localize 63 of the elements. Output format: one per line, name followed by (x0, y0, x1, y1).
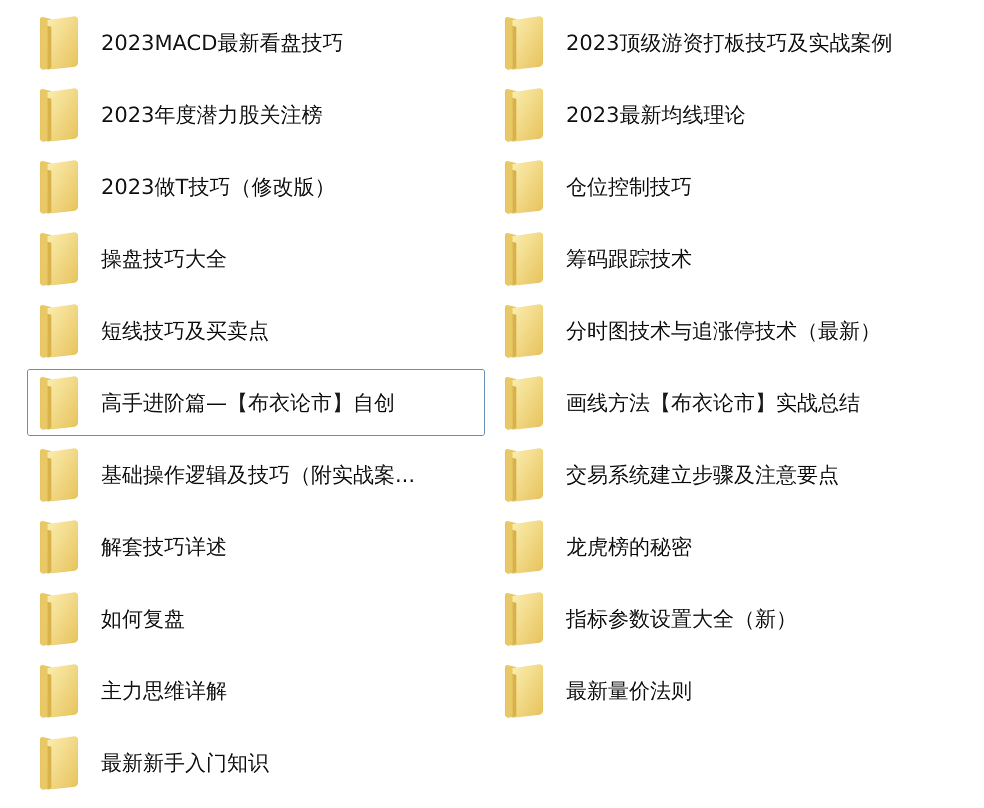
folder-item[interactable]: 最新新手入门知识 (27, 729, 485, 796)
folder-icon (503, 662, 545, 720)
folder-icon (503, 86, 545, 144)
folder-item[interactable]: 指标参数设置大全（新） (492, 585, 950, 652)
folder-icon (503, 14, 545, 72)
folder-icon (38, 14, 80, 72)
folder-item[interactable]: 2023年度潜力股关注榜 (27, 81, 485, 148)
folder-icon (503, 302, 545, 360)
folder-item[interactable]: 基础操作逻辑及技巧（附实战案... (27, 441, 485, 508)
folder-name: 操盘技巧大全 (101, 246, 227, 272)
folder-icon (38, 158, 80, 216)
folder-item[interactable]: 龙虎榜的秘密 (492, 513, 950, 580)
folder-item[interactable]: 高手进阶篇—【布衣论市】自创 (27, 369, 485, 436)
folder-item[interactable]: 仓位控制技巧 (492, 153, 950, 220)
folder-name: 画线方法【布衣论市】实战总结 (566, 390, 860, 416)
folder-icon (38, 302, 80, 360)
folder-item[interactable]: 画线方法【布衣论市】实战总结 (492, 369, 950, 436)
folder-item[interactable]: 短线技巧及买卖点 (27, 297, 485, 364)
folder-icon (38, 590, 80, 648)
folder-icon (503, 446, 545, 504)
folder-name: 2023顶级游资打板技巧及实战案例 (566, 30, 892, 56)
folder-name: 最新新手入门知识 (101, 750, 269, 776)
folder-icon (38, 86, 80, 144)
folder-icon (38, 662, 80, 720)
folder-item[interactable]: 2023最新均线理论 (492, 81, 950, 148)
folder-icon (503, 590, 545, 648)
folder-name: 主力思维详解 (101, 678, 227, 704)
folder-name: 筹码跟踪技术 (566, 246, 692, 272)
folder-name: 2023做T技巧（修改版） (101, 174, 336, 200)
folder-name: 如何复盘 (101, 606, 185, 632)
folder-name: 2023年度潜力股关注榜 (101, 102, 322, 128)
folder-item[interactable]: 操盘技巧大全 (27, 225, 485, 292)
folder-name: 短线技巧及买卖点 (101, 318, 269, 344)
folder-item[interactable]: 最新量价法则 (492, 657, 950, 724)
folder-item[interactable]: 2023顶级游资打板技巧及实战案例 (492, 9, 950, 76)
folder-icon (38, 230, 80, 288)
folder-name: 最新量价法则 (566, 678, 692, 704)
folder-icon (38, 446, 80, 504)
folder-name: 交易系统建立步骤及注意要点 (566, 462, 839, 488)
folder-item[interactable]: 解套技巧详述 (27, 513, 485, 580)
folder-name: 高手进阶篇—【布衣论市】自创 (101, 390, 395, 416)
folder-icon (38, 734, 80, 792)
folder-icon (503, 518, 545, 576)
folder-icon (503, 230, 545, 288)
folder-icon (503, 374, 545, 432)
folder-item[interactable]: 交易系统建立步骤及注意要点 (492, 441, 950, 508)
folder-item[interactable]: 2023MACD最新看盘技巧 (27, 9, 485, 76)
folder-name: 2023MACD最新看盘技巧 (101, 30, 344, 56)
folder-icon (38, 518, 80, 576)
folder-item[interactable]: 2023做T技巧（修改版） (27, 153, 485, 220)
folder-icon (503, 158, 545, 216)
folder-name: 指标参数设置大全（新） (566, 606, 797, 632)
folder-name: 分时图技术与追涨停技术（最新） (566, 318, 881, 344)
folder-item[interactable]: 分时图技术与追涨停技术（最新） (492, 297, 950, 364)
folder-name: 龙虎榜的秘密 (566, 534, 692, 560)
folder-item[interactable]: 主力思维详解 (27, 657, 485, 724)
folder-name: 仓位控制技巧 (566, 174, 692, 200)
folder-name: 2023最新均线理论 (566, 102, 746, 128)
folder-icon (38, 374, 80, 432)
folder-name: 解套技巧详述 (101, 534, 227, 560)
folder-item[interactable]: 如何复盘 (27, 585, 485, 652)
folder-name: 基础操作逻辑及技巧（附实战案... (101, 462, 416, 488)
folder-item[interactable]: 筹码跟踪技术 (492, 225, 950, 292)
